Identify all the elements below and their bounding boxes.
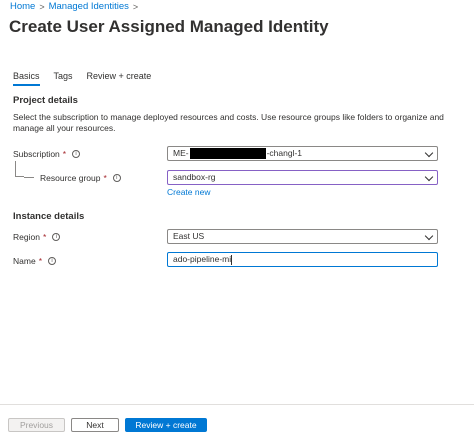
previous-button[interactable]: Previous [8,418,65,432]
required-marker: * [103,173,107,183]
subscription-select[interactable]: ME- -changl-1 [167,146,438,161]
required-marker: * [62,149,67,159]
chevron-down-icon [424,231,434,241]
tab-bar: Basics Tags Review + create [13,71,151,86]
required-marker: * [42,232,47,242]
tab-tags[interactable]: Tags [54,71,73,86]
region-label-text: Region [13,232,40,242]
info-icon[interactable]: i [72,150,81,158]
region-value: East US [173,231,205,241]
project-details-description: Select the subscription to manage deploy… [13,112,444,133]
subscription-label-text: Subscription [13,149,60,159]
name-label: Name * i [13,256,56,266]
more-options-icon[interactable]: ··· [287,19,303,34]
breadcrumb-managed-identities[interactable]: Managed Identities [49,1,129,12]
resource-group-label-text: Resource group [40,173,101,183]
name-label-text: Name [13,256,36,266]
chevron-right-icon: > [132,1,139,12]
chevron-right-icon: > [39,1,45,12]
create-new-resource-group-link[interactable]: Create new [167,187,210,197]
next-button[interactable]: Next [71,418,119,432]
info-icon[interactable]: i [112,174,121,182]
name-input-value: ado-pipeline-mi [173,254,232,264]
tree-connector [15,161,24,177]
subscription-prefix: ME- [173,148,189,158]
instance-details-heading: Instance details [13,211,85,222]
info-icon[interactable]: i [48,257,56,265]
tab-review-create[interactable]: Review + create [87,71,152,86]
required-marker: * [38,256,42,266]
resource-group-label: Resource group * i [40,173,121,183]
page-title: Create User Assigned Managed Identity [9,17,329,36]
tab-basics[interactable]: Basics [13,71,40,86]
info-icon[interactable]: i [52,233,61,241]
subscription-label: Subscription * i [13,149,81,159]
review-create-button[interactable]: Review + create [125,418,207,432]
resource-group-value: sandbox-rg [173,172,216,182]
breadcrumb: Home > Managed Identities > [10,1,138,12]
chevron-down-icon [424,148,434,158]
project-details-heading: Project details [13,95,78,106]
redacted-block [189,148,266,160]
text-cursor [231,254,233,265]
subscription-suffix: -changl-1 [266,148,303,158]
chevron-down-icon [424,172,434,182]
breadcrumb-home[interactable]: Home [10,1,35,12]
name-input[interactable]: ado-pipeline-mi [167,252,438,267]
region-select[interactable]: East US [167,229,438,244]
region-label: Region * i [13,232,61,242]
tree-connector-tail [24,177,34,178]
resource-group-select[interactable]: sandbox-rg [167,170,438,185]
